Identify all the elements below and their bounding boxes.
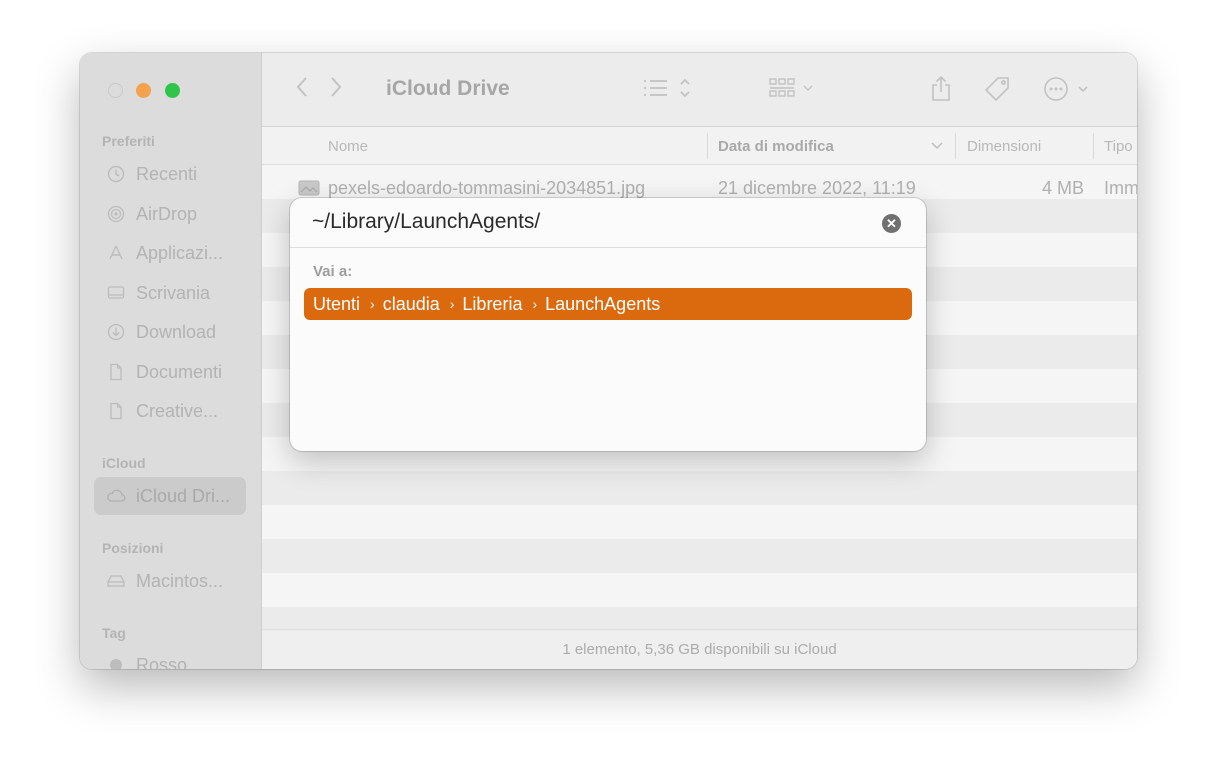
- sidebar-item-macintosh[interactable]: Macintos...: [94, 562, 246, 600]
- document-icon: [106, 362, 126, 382]
- sidebar-item-icloud-drive[interactable]: iCloud Dri...: [94, 477, 246, 515]
- desktop-icon: [106, 283, 126, 303]
- file-kind: Imm: [1104, 178, 1137, 198]
- sidebar-heading-favorites: Preferiti: [102, 133, 155, 149]
- sidebar-item-documents[interactable]: Documenti: [94, 353, 246, 391]
- sidebar: Preferiti Recenti AirDrop Applicazi... S…: [80, 53, 262, 669]
- column-divider[interactable]: [707, 133, 708, 159]
- chevron-left-icon: [296, 77, 307, 97]
- sidebar-item-label: Download: [136, 321, 217, 342]
- grid-icon: [769, 78, 813, 97]
- cloud-icon: [106, 486, 126, 506]
- view-options-button[interactable]: [640, 75, 698, 109]
- download-icon: [106, 322, 126, 342]
- status-bar: 1 elemento, 5,36 GB disponibili su iClou…: [262, 629, 1137, 669]
- minimize-button[interactable]: [136, 83, 151, 98]
- toolbar: iCloud Drive: [262, 53, 1137, 127]
- column-size[interactable]: Dimensioni: [967, 138, 1041, 155]
- breadcrumb-library: Libreria: [462, 293, 523, 314]
- ellipsis-circle-icon: [1044, 77, 1088, 101]
- breadcrumb-user: claudia: [382, 293, 440, 314]
- window-title: iCloud Drive: [386, 77, 510, 100]
- file-modified: 21 dicembre 2022, 11:19: [718, 178, 916, 198]
- sidebar-item-label: Applicazi...: [136, 242, 224, 263]
- breadcrumb-launchagents: LaunchAgents: [545, 293, 661, 314]
- share-icon: [932, 75, 950, 101]
- sidebar-item-creative[interactable]: Creative...: [94, 392, 246, 430]
- sidebar-heading-icloud: iCloud: [102, 455, 146, 471]
- list-view-icon: [644, 78, 690, 98]
- sidebar-item-label: Macintos...: [136, 570, 224, 591]
- column-divider[interactable]: [1093, 133, 1094, 159]
- close-button[interactable]: [108, 83, 123, 98]
- sidebar-item-label: Documenti: [136, 361, 223, 382]
- zoom-button[interactable]: [165, 83, 180, 98]
- sidebar-item-label: Scrivania: [136, 282, 211, 303]
- forward-button[interactable]: [324, 75, 348, 107]
- chevron-right-icon: [331, 77, 342, 97]
- tag-icon: [984, 77, 1009, 102]
- group-button[interactable]: [767, 75, 823, 109]
- airdrop-icon: [106, 204, 126, 224]
- chevron-right-icon: ›: [449, 296, 455, 312]
- disk-icon: [106, 571, 126, 591]
- sidebar-item-recents[interactable]: Recenti: [94, 155, 246, 193]
- path-input[interactable]: ~/Library/LaunchAgents/: [290, 198, 926, 248]
- back-button[interactable]: [290, 75, 314, 107]
- clear-button[interactable]: ✕: [882, 214, 901, 233]
- go-to-folder-dialog: ~/Library/LaunchAgents/ ✕ Vai a: Utenti …: [290, 198, 926, 451]
- file-name: pexels-edoardo-tommasini-2034851.jpg: [328, 178, 646, 198]
- chevron-right-icon: ›: [370, 296, 375, 312]
- chevron-right-icon: ›: [532, 296, 538, 312]
- sidebar-item-label: Rosso: [136, 654, 188, 670]
- sidebar-item-label: Creative...: [136, 400, 219, 421]
- action-menu-button[interactable]: [1043, 75, 1093, 111]
- sidebar-item-download[interactable]: Download: [94, 313, 246, 351]
- sidebar-heading-locations: Posizioni: [102, 540, 164, 556]
- clock-icon: [106, 164, 126, 184]
- column-header: Nome Data di modifica Dimensioni Tipo: [262, 127, 1137, 165]
- share-button[interactable]: [926, 75, 956, 111]
- tag-dot-icon: [106, 655, 126, 669]
- file-size: 4 MB: [1042, 178, 1085, 198]
- goto-section-label: Vai a:: [313, 263, 353, 280]
- column-name[interactable]: Nome: [328, 138, 368, 155]
- sidebar-item-applications[interactable]: Applicazi...: [94, 234, 246, 272]
- column-kind[interactable]: Tipo: [1104, 138, 1133, 155]
- sort-chevron-icon: [930, 135, 944, 159]
- sidebar-item-tag-red[interactable]: Rosso: [94, 646, 246, 669]
- sidebar-heading-tags: Tag: [102, 625, 126, 641]
- sidebar-item-label: iCloud Dri...: [136, 485, 231, 506]
- sidebar-item-desktop[interactable]: Scrivania: [94, 274, 246, 312]
- sidebar-item-airdrop[interactable]: AirDrop: [94, 195, 246, 233]
- document-icon: [106, 401, 126, 421]
- column-modified[interactable]: Data di modifica: [718, 138, 834, 155]
- sidebar-item-label: AirDrop: [136, 203, 198, 224]
- sidebar-item-label: Recenti: [136, 163, 198, 184]
- tag-button[interactable]: [982, 75, 1014, 111]
- close-icon: ✕: [886, 216, 897, 231]
- column-divider[interactable]: [955, 133, 956, 159]
- breadcrumb-users: Utenti: [313, 293, 361, 314]
- applications-icon: [106, 243, 126, 263]
- path-suggestion[interactable]: Utenti › claudia › Libreria › LaunchAgen…: [304, 288, 912, 320]
